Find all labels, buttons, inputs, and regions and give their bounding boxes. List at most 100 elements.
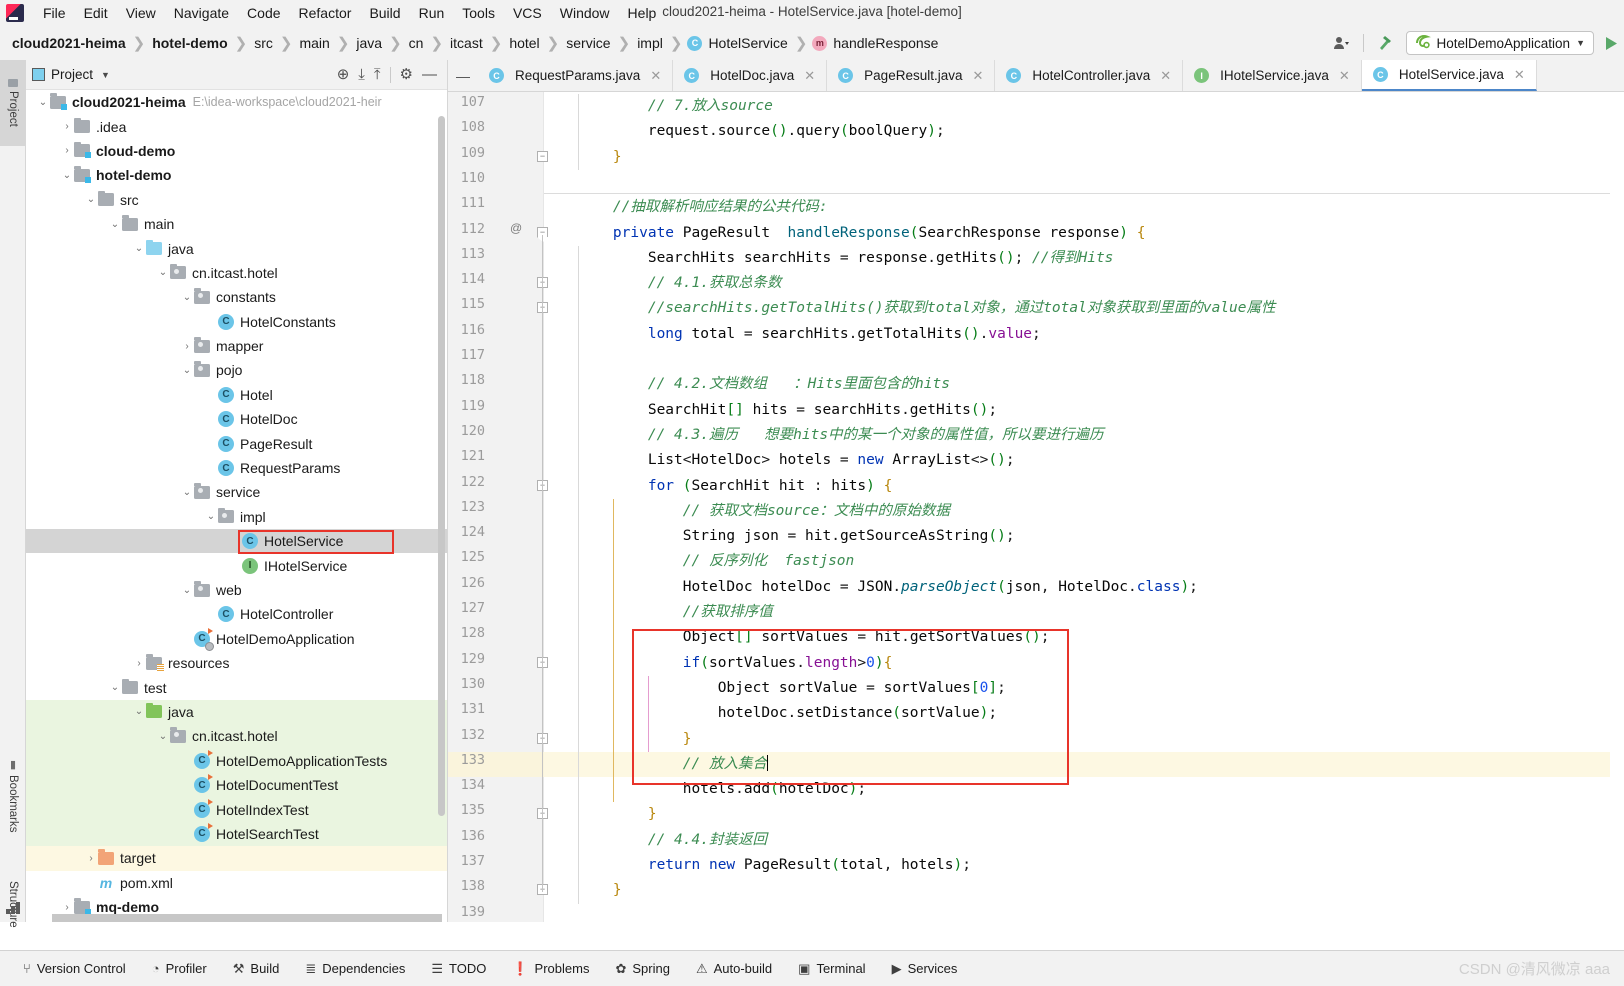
status-bar-item-todo[interactable]: ☰ TODO bbox=[418, 961, 499, 977]
editor-tab-requestparams[interactable]: C RequestParams.java ✕ bbox=[478, 60, 674, 91]
tree-item[interactable]: ⌄ cn.itcast.hotel bbox=[26, 724, 447, 749]
hammer-icon[interactable] bbox=[1372, 31, 1398, 55]
chevron-down-icon[interactable]: ⌄ bbox=[84, 194, 98, 205]
breadcrumb-item-src[interactable]: src bbox=[252, 35, 275, 51]
tree-item[interactable]: ⌄ hotel-demo bbox=[26, 163, 447, 187]
tree-item[interactable]: › cloud-demo bbox=[26, 139, 447, 163]
close-icon[interactable]: ✕ bbox=[1339, 68, 1350, 84]
chevron-down-icon[interactable]: ⌄ bbox=[108, 682, 122, 693]
chevron-down-icon[interactable]: ⌄ bbox=[180, 292, 194, 303]
chevron-right-icon[interactable]: › bbox=[60, 902, 74, 913]
close-icon[interactable]: ✕ bbox=[650, 68, 661, 84]
chevron-down-icon[interactable]: ⌄ bbox=[156, 731, 170, 742]
hide-editor-tabs-icon[interactable]: — bbox=[456, 68, 470, 84]
chevron-down-icon[interactable]: ⌄ bbox=[60, 170, 74, 181]
menu-item-refactor[interactable]: Refactor bbox=[290, 3, 361, 23]
status-bar-item-terminal[interactable]: ▣ Terminal bbox=[785, 961, 878, 977]
chevron-down-icon[interactable]: ▼ bbox=[1576, 38, 1585, 48]
breadcrumb-item-itcast[interactable]: itcast bbox=[448, 35, 485, 51]
breadcrumb-item-hotel[interactable]: hotel bbox=[507, 35, 541, 51]
chevron-down-icon[interactable]: ▼ bbox=[101, 70, 110, 80]
menu-item-run[interactable]: Run bbox=[410, 3, 454, 23]
hide-panel-icon[interactable]: — bbox=[422, 67, 437, 82]
services-strip-icon[interactable] bbox=[6, 902, 20, 914]
tree-item[interactable]: C HotelDemoApplicationTests bbox=[26, 748, 447, 773]
tree-item[interactable]: m pom.xml bbox=[26, 871, 447, 895]
status-bar-item-problems[interactable]: ❗ Problems bbox=[499, 961, 602, 977]
breadcrumb-item-cloud2021-heima[interactable]: cloud2021-heima bbox=[10, 35, 128, 51]
locate-icon[interactable]: ⊕ bbox=[337, 67, 350, 82]
tree-item[interactable]: › target bbox=[26, 846, 447, 871]
editor-tab-pageresult[interactable]: C PageResult.java ✕ bbox=[827, 60, 996, 91]
collapse-all-icon[interactable]: ⤒ bbox=[374, 67, 381, 82]
chevron-right-icon[interactable]: › bbox=[132, 658, 146, 669]
chevron-right-icon[interactable]: › bbox=[60, 145, 74, 156]
menu-item-tools[interactable]: Tools bbox=[453, 3, 504, 23]
tree-item[interactable]: C HotelController bbox=[26, 602, 447, 626]
status-bar-item-version-control[interactable]: ⑂ Version Control bbox=[10, 961, 139, 976]
menu-item-window[interactable]: Window bbox=[551, 3, 619, 23]
run-configuration-selector[interactable]: HotelDemoApplication ▼ bbox=[1405, 31, 1594, 55]
editor-tab-hoteldoc[interactable]: C HotelDoc.java ✕ bbox=[673, 60, 828, 91]
chevron-down-icon[interactable]: ⌄ bbox=[132, 243, 146, 254]
tree-item[interactable]: C HotelIndexTest bbox=[26, 797, 447, 822]
status-bar-item-profiler[interactable]: ◔ Profiler bbox=[139, 961, 220, 976]
chevron-down-icon[interactable]: ⌄ bbox=[204, 511, 218, 522]
tree-item[interactable]: C RequestParams bbox=[26, 456, 447, 480]
project-panel-hscrollbar[interactable] bbox=[52, 914, 442, 922]
close-icon[interactable]: ✕ bbox=[972, 68, 983, 84]
breadcrumb-item-hotelservice[interactable]: C HotelService bbox=[687, 35, 789, 51]
close-icon[interactable]: ✕ bbox=[1514, 67, 1525, 83]
override-annotation-icon[interactable]: @ bbox=[510, 221, 522, 235]
sidebar-item-bookmarks[interactable]: ▮ Bookmarks bbox=[0, 740, 26, 850]
tree-item[interactable]: ⌄ constants bbox=[26, 285, 447, 309]
menu-item-code[interactable]: Code bbox=[238, 3, 289, 23]
tree-item[interactable]: C HotelService bbox=[26, 529, 447, 554]
breadcrumb-item-impl[interactable]: impl bbox=[635, 35, 665, 51]
breadcrumb-item-java[interactable]: java bbox=[354, 35, 384, 51]
tree-item[interactable]: ⌄ cn.itcast.hotel bbox=[26, 261, 447, 285]
status-bar-item-services[interactable]: ▶ Services bbox=[879, 961, 971, 977]
menu-item-navigate[interactable]: Navigate bbox=[165, 3, 238, 23]
sidebar-item-project[interactable]: Project bbox=[0, 60, 26, 146]
chevron-down-icon[interactable]: ⌄ bbox=[156, 267, 170, 278]
chevron-down-icon[interactable]: ⌄ bbox=[132, 706, 146, 717]
tree-item[interactable]: ⌄ src bbox=[26, 188, 447, 212]
chevron-right-icon[interactable]: › bbox=[180, 341, 194, 352]
breadcrumb-item-main[interactable]: main bbox=[297, 35, 331, 51]
tree-item[interactable]: C PageResult bbox=[26, 431, 447, 455]
expand-all-icon[interactable]: ⤓ bbox=[358, 67, 365, 82]
chevron-down-icon[interactable]: ⌄ bbox=[180, 365, 194, 376]
breadcrumb-item-cn[interactable]: cn bbox=[407, 35, 426, 51]
tree-item[interactable]: ⌄ java bbox=[26, 236, 447, 260]
breadcrumb-item-hotel-demo[interactable]: hotel-demo bbox=[150, 35, 229, 51]
editor-gutter[interactable]: 107 108 109 110 111 112 @113 114 115 116 117 118 119… bbox=[448, 92, 549, 922]
close-icon[interactable]: ✕ bbox=[1160, 68, 1171, 84]
tree-item[interactable]: C HotelSearchTest bbox=[26, 821, 447, 847]
tree-item[interactable]: ⌄ service bbox=[26, 480, 447, 504]
editor-tab-hotelcontroller[interactable]: C HotelController.java ✕ bbox=[995, 60, 1184, 91]
tree-item[interactable]: ⌄ web bbox=[26, 578, 447, 602]
chevron-down-icon[interactable]: ⌄ bbox=[36, 97, 50, 108]
run-icon[interactable] bbox=[1602, 31, 1620, 55]
code-content[interactable]: // 7.放入source request.source().query(boo… bbox=[544, 92, 1624, 922]
chevron-down-icon[interactable]: ⌄ bbox=[180, 487, 194, 498]
tree-item[interactable]: ⌄ main bbox=[26, 212, 447, 236]
tree-item[interactable]: ⌄ pojo bbox=[26, 358, 447, 382]
breadcrumb-item-handleresponse[interactable]: m handleResponse bbox=[812, 35, 940, 51]
user-avatar-icon[interactable] bbox=[1329, 31, 1355, 55]
tree-item[interactable]: › .idea bbox=[26, 114, 447, 138]
editor-tab-hotelservice[interactable]: C HotelService.java ✕ bbox=[1361, 60, 1537, 91]
tree-item[interactable]: ⌄ test bbox=[26, 675, 447, 699]
breadcrumb-item-service[interactable]: service bbox=[564, 35, 612, 51]
tree-item[interactable]: › mapper bbox=[26, 334, 447, 358]
chevron-down-icon[interactable]: ⌄ bbox=[108, 219, 122, 230]
tree-item[interactable]: C Hotel bbox=[26, 383, 447, 407]
chevron-right-icon[interactable]: › bbox=[60, 121, 74, 132]
menu-item-file[interactable]: File bbox=[34, 3, 75, 23]
code-editor[interactable]: 107 108 109 110 111 112 @113 114 115 116 117 118 119… bbox=[448, 92, 1624, 922]
tree-item[interactable]: C HotelDemoApplication bbox=[26, 627, 447, 651]
editor-right-rail[interactable] bbox=[1610, 92, 1624, 922]
settings-gear-icon[interactable]: ⚙ bbox=[400, 67, 413, 82]
tree-item[interactable]: C HotelDoc bbox=[26, 407, 447, 431]
